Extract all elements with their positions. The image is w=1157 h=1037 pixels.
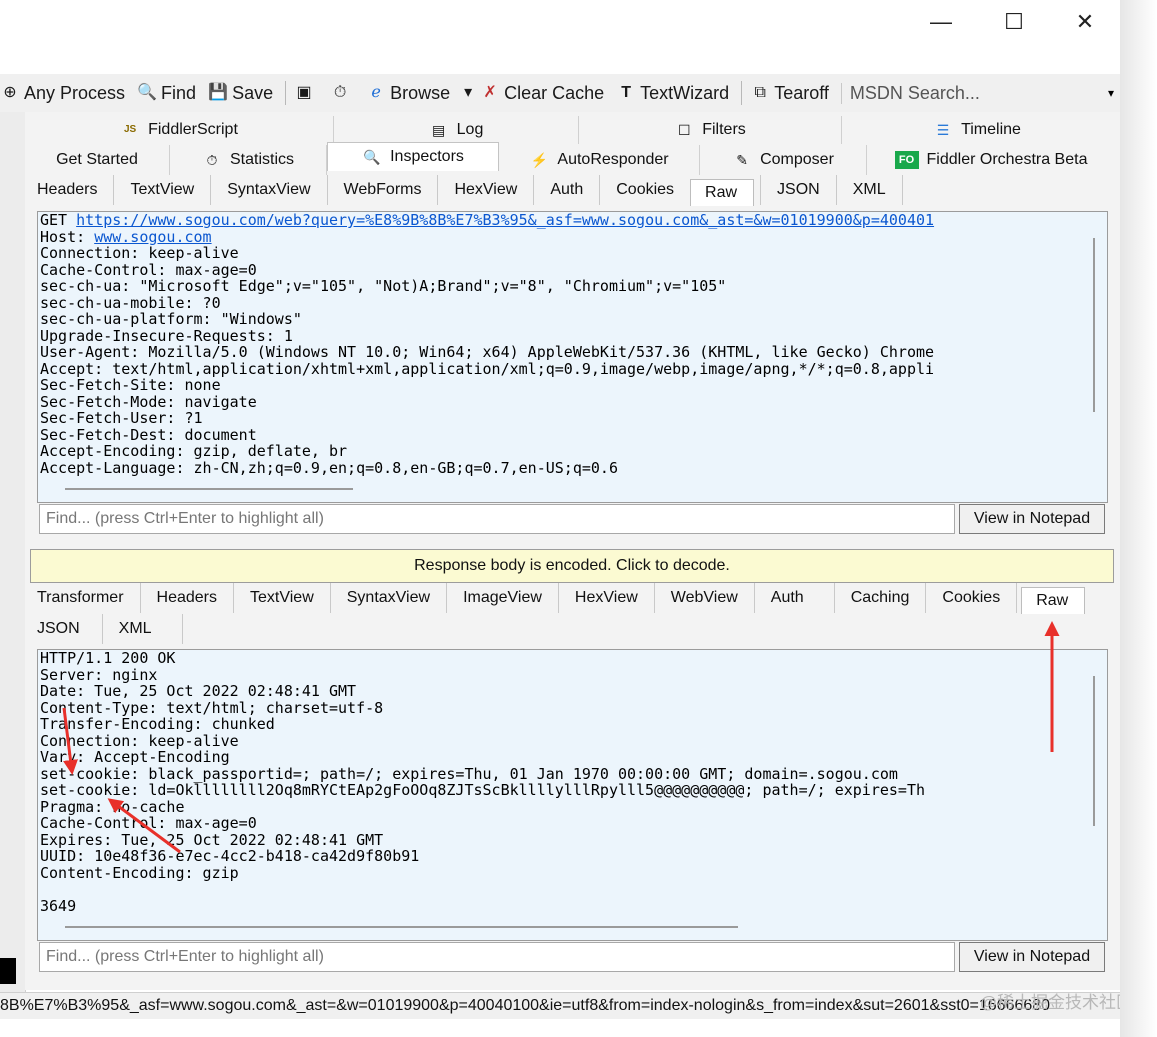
annotation-overlay	[62, 621, 1060, 854]
status-bar: 8B%E7%B3%95&_asf=www.sogou.com&_ast=&w=0…	[0, 992, 1120, 1019]
window-shadow	[1120, 0, 1157, 1037]
annotation-arrow-set-cookie-2	[107, 798, 181, 854]
watermark: @稀土掘金技术社区	[979, 993, 1133, 1012]
annotation-arrow-set-cookie-1	[62, 707, 78, 775]
